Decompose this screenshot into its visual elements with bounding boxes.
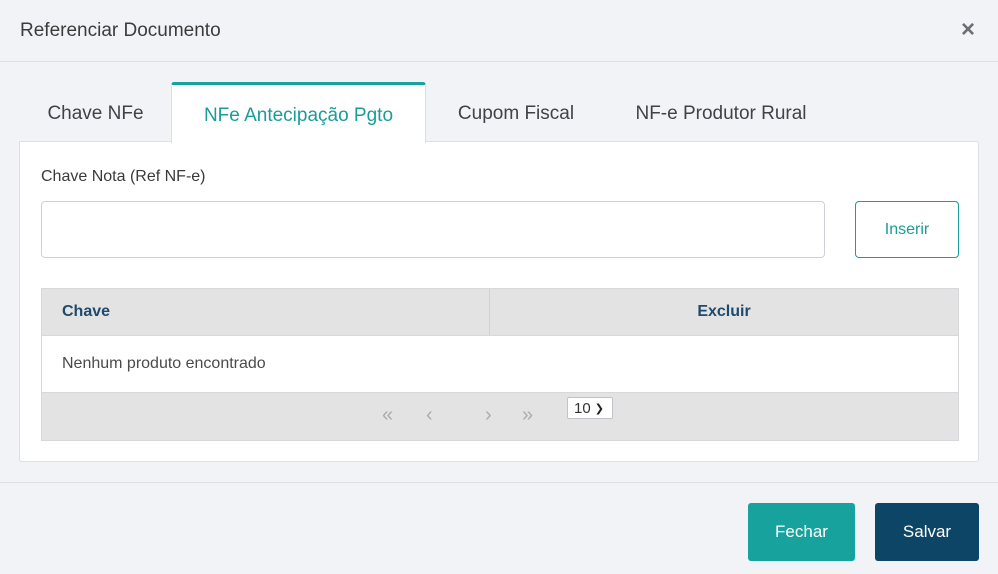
page-size-value: 10 [574,399,591,417]
chevron-down-icon: ❯ [594,402,604,415]
last-page-icon[interactable]: » [522,403,533,427]
chave-nota-label: Chave Nota (Ref NF-e) [41,168,206,185]
empty-message: Nenhum produto encontrado [42,336,958,393]
pager: « ‹ › » 10 ❯ [42,393,958,440]
tab-nfe-produtor-rural[interactable]: NF-e Produtor Rural [606,82,836,142]
tab-bar: Chave NFe NFe Antecipação Pgto Cupom Fis… [20,82,836,143]
close-icon[interactable]: × [958,17,978,43]
modal-header: Referenciar Documento × [0,0,998,62]
fechar-button[interactable]: Fechar [748,503,855,561]
tab-cupom-fiscal[interactable]: Cupom Fiscal [426,82,606,142]
page-size-select[interactable]: 10 ❯ [567,397,613,419]
tab-nfe-antecipacao-pgto[interactable]: NFe Antecipação Pgto [171,82,426,143]
modal-title: Referenciar Documento [20,19,221,41]
first-page-icon[interactable]: « [382,403,393,427]
column-header-excluir[interactable]: Excluir [490,289,958,335]
salvar-button[interactable]: Salvar [875,503,979,561]
chaves-table: Chave Excluir Nenhum produto encontrado … [41,288,959,441]
tab-chave-nfe[interactable]: Chave NFe [20,82,171,142]
column-header-chave[interactable]: Chave [42,289,490,335]
chave-nota-input[interactable] [41,201,825,258]
table-header: Chave Excluir [42,289,958,336]
previous-page-icon[interactable]: ‹ [426,403,433,427]
next-page-icon[interactable]: › [485,403,492,427]
inserir-button[interactable]: Inserir [855,201,959,258]
tab-panel: Chave Nota (Ref NF-e) Inserir Chave Excl… [19,141,979,462]
footer-divider [0,482,998,483]
